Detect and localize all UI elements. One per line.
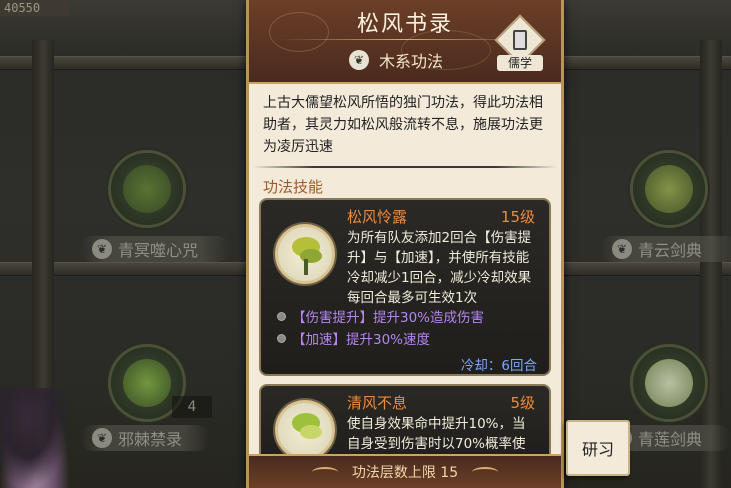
count-badge: 4 xyxy=(172,396,212,418)
currency-counter: 40550 xyxy=(0,0,70,16)
leaf-icon: ❦ xyxy=(612,239,632,259)
skill-level: 15级 xyxy=(500,208,535,226)
character-portrait xyxy=(0,388,70,488)
book-icon-qingming[interactable] xyxy=(108,150,186,228)
school-label: 儒学 xyxy=(497,55,543,71)
skill-name: 松风怜露 xyxy=(347,208,408,226)
element-label: 木系功法 xyxy=(379,52,444,71)
book-label-xieji[interactable]: ❦ 邪棘禁录 xyxy=(80,425,210,451)
background-pillar xyxy=(700,40,722,488)
bullet-icon xyxy=(277,333,286,343)
bullet-icon xyxy=(277,311,286,321)
layer-limit: 功法层数上限 15 xyxy=(351,465,459,481)
book-icon-qingyun[interactable] xyxy=(630,150,708,228)
school-badge: 儒学 xyxy=(494,14,546,72)
leaf-icon: ❦ xyxy=(92,428,112,448)
leaf-spirit-icon xyxy=(275,400,335,460)
ornament-icon xyxy=(311,467,338,477)
skill-description: 为所有队友添加2回合【伤害提升】与【加速】，并使所有技能冷却减少1回合，减少冷却… xyxy=(347,230,532,306)
skill-level: 5级 xyxy=(510,394,535,412)
book-description: 上古大儒望松风所悟的独门功法，得此功法相助者，其灵力如松风般流转不息，施展功法更… xyxy=(263,95,543,155)
research-button[interactable]: 研习 xyxy=(566,420,630,476)
leaf-icon: ❦ xyxy=(92,239,112,259)
skill-description: 使自身效果命中提升10%，当自身受到伤害时以70%概率使 xyxy=(347,416,526,452)
buff-item: 【加速】提升30%速度 xyxy=(277,328,430,348)
buff-item: 【伤害提升】提升30%造成伤害 xyxy=(277,306,484,326)
skill-card[interactable]: 松风怜露 15级 为所有队友添加2回合【伤害提升】与【加速】，并使所有技能冷却减… xyxy=(259,198,551,376)
book-label-qingyun[interactable]: ❦ 青云剑典 xyxy=(600,236,731,262)
panel-footer: 功法层数上限 15 xyxy=(249,454,561,488)
panel-header: 松风书录 ❦ 木系功法 儒学 xyxy=(249,0,561,84)
section-divider xyxy=(253,166,557,168)
skill-card[interactable]: 清风不息 5级 使自身效果命中提升10%，当自身受到伤害时以70%概率使 xyxy=(259,384,551,464)
wood-element-icon: ❦ xyxy=(349,50,369,70)
element-tag: ❦ 木系功法 xyxy=(349,48,443,72)
book-detail-panel: 松风书录 ❦ 木系功法 儒学 上古大儒望松风所悟的独门功法，得此功法相助者，其灵… xyxy=(246,0,564,488)
section-title: 功法技能 xyxy=(263,178,324,196)
book-icon-qinglian[interactable] xyxy=(630,344,708,422)
scroll-icon xyxy=(513,30,527,50)
pine-tree-icon xyxy=(275,224,335,284)
skill-name: 清风不息 xyxy=(347,394,408,412)
ornament-icon xyxy=(472,467,499,477)
book-label-qingming[interactable]: ❦ 青冥噬心咒 xyxy=(80,236,230,262)
skill-cooldown: 冷却：6回合 xyxy=(460,358,537,374)
